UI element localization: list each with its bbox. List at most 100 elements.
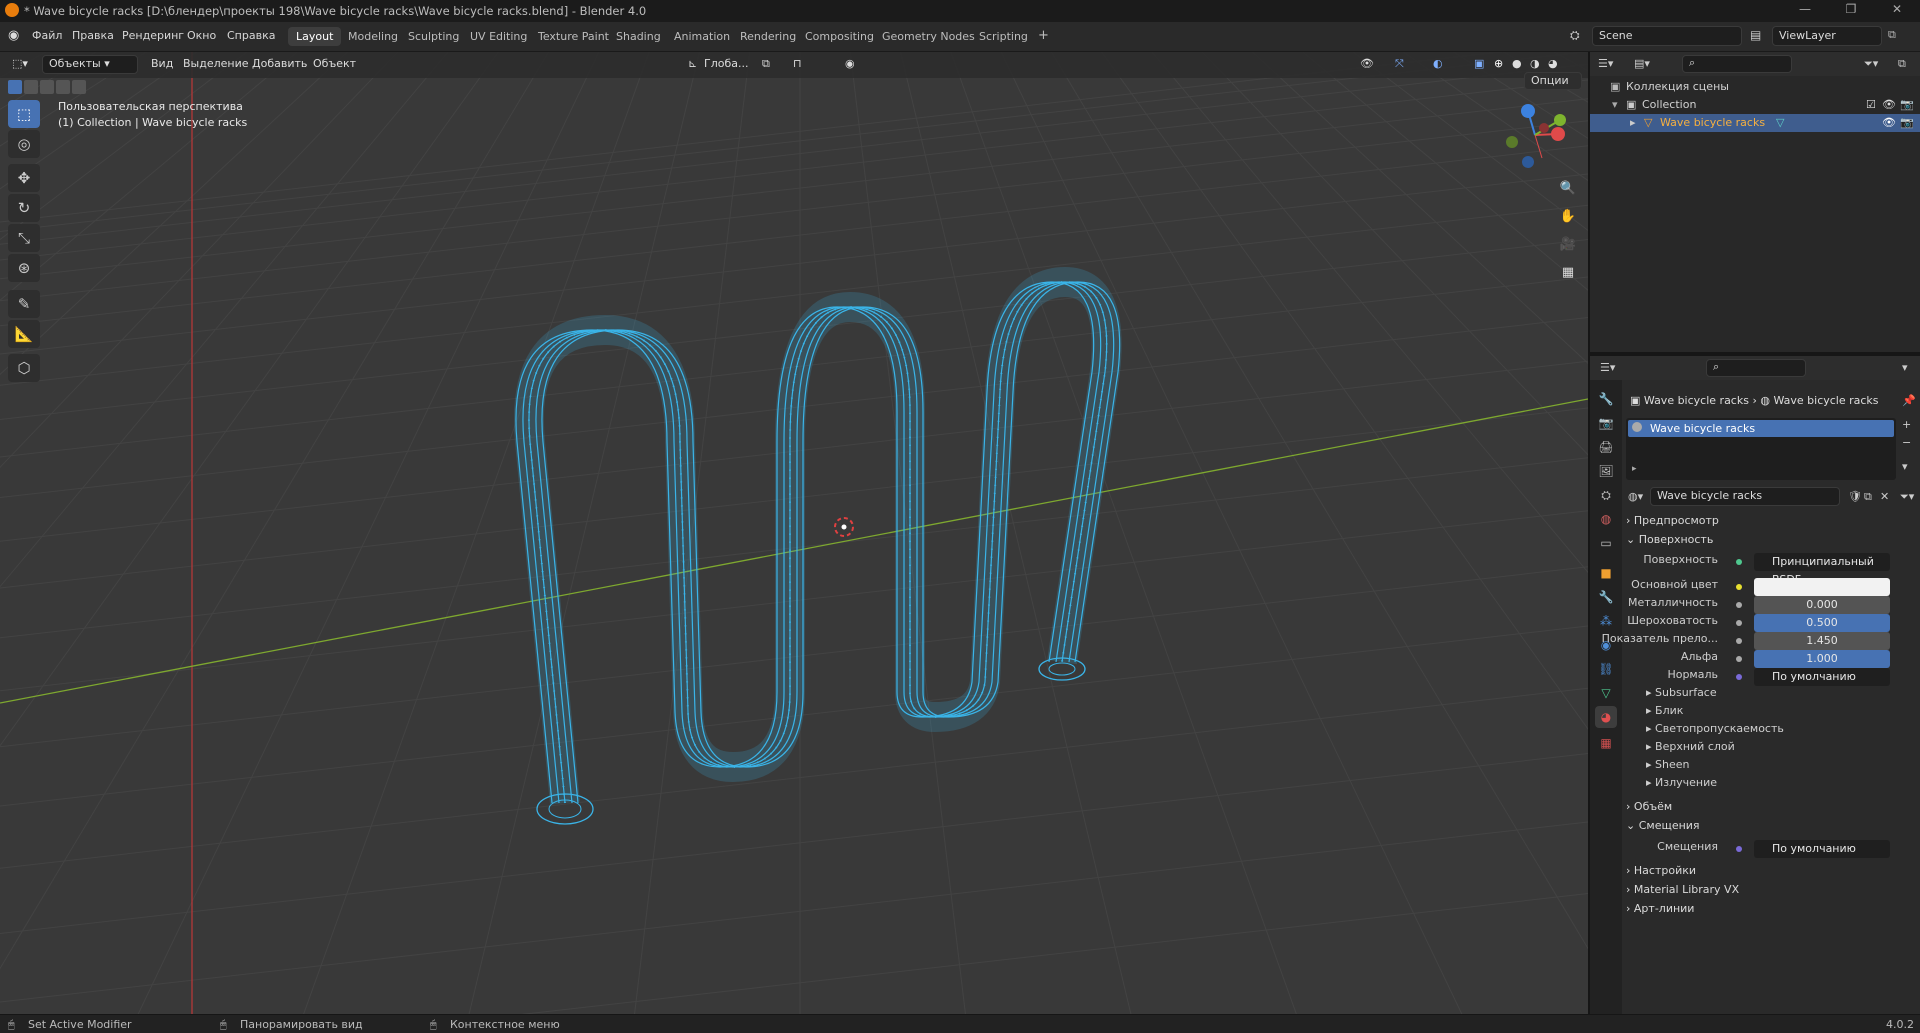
tab-texture-paint[interactable]: Texture Paint (530, 27, 617, 46)
menu-add[interactable]: Добавить (252, 57, 307, 70)
minimize-button[interactable]: — (1790, 2, 1820, 20)
measure-tool[interactable]: 📐 (8, 320, 40, 348)
render-tab-icon[interactable]: 📷 (1595, 412, 1617, 434)
select-mode-buttons[interactable] (8, 80, 86, 96)
scene-tab-icon[interactable]: ⛭ (1595, 484, 1617, 506)
tab-sculpting[interactable]: Sculpting (400, 27, 467, 46)
wireframe-shading-icon[interactable]: ⊕ (1494, 57, 1503, 70)
expand-collection-icon[interactable]: ▾ (1612, 98, 1618, 111)
panel-material-library[interactable]: › Material Library VX (1626, 883, 1739, 896)
world-tab-icon[interactable]: ◍ (1595, 508, 1617, 530)
3d-viewport[interactable]: ⬚▾ Объекты ▾ Вид Выделение Добавить Объе… (0, 52, 1588, 1014)
expand-object-icon[interactable]: ▸ (1630, 116, 1636, 129)
material-slot-list[interactable]: Wave bicycle racks ▸ (1626, 418, 1896, 480)
displacement-field[interactable]: По умолчанию (1754, 840, 1890, 858)
tab-compositing[interactable]: Compositing (797, 27, 882, 46)
add-slot-button[interactable]: + (1902, 418, 1911, 431)
pin-icon[interactable]: 📌 (1902, 394, 1916, 407)
visibility-icon[interactable]: 👁 (1360, 57, 1374, 70)
menu-file[interactable]: Файл (32, 29, 62, 42)
properties-editor[interactable]: ☰▾ ⌕ ▾ 🔧 📷 🖨 🖼 ⛭ ◍ ▭ ■ 🔧 ⁂ ◉ ⛓ ▽ ◕ ▦ ▣ W… (1590, 356, 1920, 1014)
blender-menu-icon[interactable]: ◉ (8, 28, 24, 44)
cursor-tool[interactable]: ◎ (8, 130, 40, 158)
tab-layout[interactable]: Layout (288, 27, 342, 46)
pivot-icon[interactable]: ⧉ (762, 57, 770, 71)
outliner-row-collection[interactable]: ▾ ▣ Collection ☑ 👁 📷 (1590, 96, 1920, 114)
view-layer-tab-icon[interactable]: 🖼 (1595, 460, 1617, 482)
object-visibility-icon[interactable]: 👁 (1882, 116, 1896, 129)
ortho-toggle-icon[interactable]: ▦ (1556, 261, 1580, 285)
roughness-socket-icon[interactable] (1736, 620, 1742, 626)
transform-tool[interactable]: ⊛ (8, 254, 40, 282)
display-mode-icon[interactable]: ▤▾ (1634, 57, 1650, 70)
mesh-data-icon[interactable]: ▽ (1776, 116, 1784, 129)
outliner-editor-icon[interactable]: ☰▾ (1598, 57, 1613, 70)
maximize-button[interactable]: ❐ (1836, 2, 1866, 20)
scene-selector[interactable]: Scene (1592, 26, 1742, 46)
base-color-swatch[interactable] (1754, 578, 1890, 596)
fake-user-icon[interactable]: 🛡 (1848, 490, 1862, 503)
menu-object[interactable]: Объект (313, 57, 356, 70)
duplicate-material-icon[interactable]: ⧉ (1864, 490, 1872, 504)
xray-toggle-icon[interactable]: ▣ (1474, 57, 1484, 70)
roughness-slider[interactable]: 0.500 (1754, 614, 1890, 632)
3d-cursor-icon[interactable] (834, 517, 854, 537)
collection-checkbox[interactable]: ☑ (1866, 98, 1876, 111)
panel-preview[interactable]: › Предпросмотр (1626, 514, 1719, 527)
annotate-tool[interactable]: ✎ (8, 290, 40, 318)
output-tab-icon[interactable]: 🖨 (1595, 436, 1617, 458)
subpanel-specular[interactable]: ▸ Блик (1646, 704, 1683, 717)
base-color-socket-icon[interactable] (1736, 584, 1742, 590)
panel-volume[interactable]: › Объём (1626, 800, 1672, 813)
metallic-slider[interactable]: 0.000 (1754, 596, 1890, 614)
texture-tab-icon[interactable]: ▦ (1595, 732, 1617, 754)
normal-field[interactable]: По умолчанию (1754, 668, 1890, 686)
panel-lineart[interactable]: › Арт-линии (1626, 902, 1694, 915)
transform-orientation-icon[interactable]: ⊾ (688, 57, 697, 70)
subpanel-sheen[interactable]: ▸ Sheen (1646, 758, 1690, 771)
alpha-socket-icon[interactable] (1736, 656, 1742, 662)
snap-icon[interactable]: ⊓ (793, 57, 802, 70)
new-view-layer-icon[interactable]: ⧉ (1888, 28, 1896, 42)
view-layer-icon[interactable]: ▤ (1750, 28, 1761, 42)
material-slot-item[interactable]: Wave bicycle racks (1628, 420, 1894, 437)
select-box-tool[interactable]: ⬚ (8, 100, 40, 128)
tab-uv-editing[interactable]: UV Editing (462, 27, 535, 46)
alpha-slider[interactable]: 1.000 (1754, 650, 1890, 668)
view-layer-selector[interactable]: ViewLayer (1772, 26, 1882, 46)
slot-menu-icon[interactable]: ▾ (1902, 460, 1908, 473)
material-filter-icon[interactable]: ⏷▾ (1900, 490, 1914, 504)
select-difference-icon[interactable] (56, 80, 70, 94)
properties-search-input[interactable]: ⌕ (1706, 359, 1806, 377)
solid-shading-icon[interactable]: ● (1512, 57, 1522, 70)
outliner-search-input[interactable]: ⌕ (1682, 55, 1792, 73)
object-render-icon[interactable]: 📷 (1900, 116, 1914, 129)
overlays-toggle-icon[interactable]: ◐ (1433, 57, 1443, 70)
filter-icon[interactable]: ⏷▾ (1864, 57, 1878, 71)
displacement-socket-icon[interactable] (1736, 846, 1742, 852)
camera-view-icon[interactable]: 🎥 (1556, 233, 1580, 257)
metallic-socket-icon[interactable] (1736, 602, 1742, 608)
pan-icon[interactable]: ✋ (1556, 205, 1580, 229)
subpanel-subsurface[interactable]: ▸ Subsurface (1646, 686, 1717, 699)
data-tab-icon[interactable]: ▽ (1595, 682, 1617, 704)
properties-editor-icon[interactable]: ☰▾ (1600, 361, 1615, 374)
properties-options-icon[interactable]: ▾ (1902, 361, 1908, 374)
move-tool[interactable]: ✥ (8, 164, 40, 192)
material-tab-icon[interactable]: ◕ (1595, 706, 1617, 728)
navigation-gizmo[interactable] (1500, 100, 1570, 170)
surface-socket-icon[interactable] (1736, 559, 1742, 565)
scale-tool[interactable]: ⤡ (8, 224, 40, 252)
surface-shader-field[interactable]: Принципиальный BSDF (1754, 553, 1890, 586)
menu-window[interactable]: Окно (187, 29, 216, 42)
viewport-canvas[interactable] (0, 52, 1588, 1014)
menu-render[interactable]: Рендеринг (122, 29, 184, 42)
tab-modeling[interactable]: Modeling (340, 27, 406, 46)
tab-scripting[interactable]: Scripting (971, 27, 1036, 46)
select-new-icon[interactable] (8, 80, 22, 94)
tab-rendering[interactable]: Rendering (732, 27, 804, 46)
collection-visibility-icon[interactable]: 👁 (1882, 98, 1896, 111)
subpanel-coat[interactable]: ▸ Верхний слой (1646, 740, 1735, 753)
material-browse-icon[interactable]: ◍▾ (1628, 490, 1643, 503)
ior-field[interactable]: 1.450 (1754, 632, 1890, 650)
